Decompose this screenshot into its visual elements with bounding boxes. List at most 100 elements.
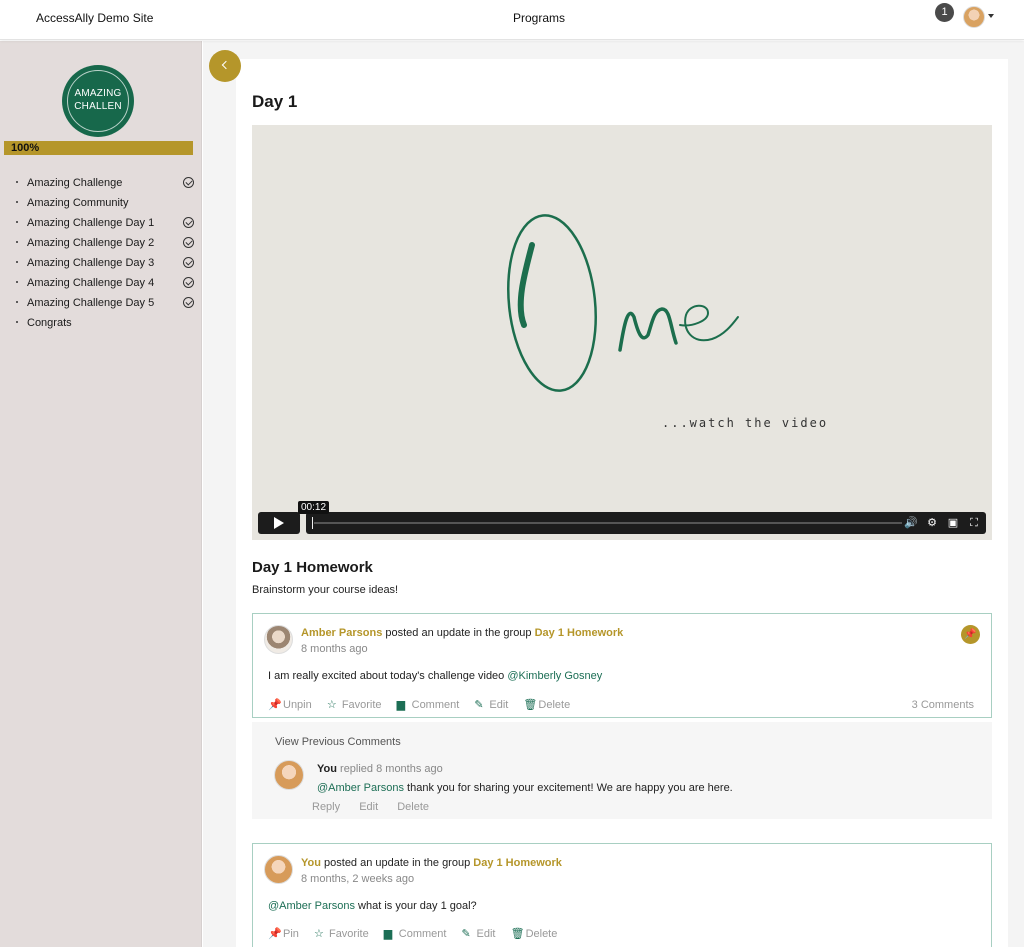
post-actions: 📌 Unpin ☆ Favorite ▆ Comment ✎ Edit 🗑 Delete <box>268 699 582 713</box>
bullet-icon <box>16 201 18 203</box>
check-circle-icon <box>183 277 194 288</box>
sidebar-nav-item[interactable]: Amazing Community <box>0 196 202 216</box>
logo-text-line1: AMAZING <box>74 88 122 99</box>
author-link[interactable]: Amber Parsons <box>301 627 382 639</box>
progress-bar: 100% <box>4 141 193 155</box>
notification-badge[interactable]: 1 <box>935 3 954 22</box>
pin-icon: 📌 <box>268 928 282 940</box>
favorite-label: Favorite <box>341 699 382 711</box>
sidebar-nav-item[interactable]: Amazing Challenge Day 5 <box>0 296 202 316</box>
comment-meta: replied 8 months ago <box>336 763 443 775</box>
comments-count-link[interactable]: 3 Comments <box>912 699 974 711</box>
course-logo: AMAZING CHALLEN <box>62 65 134 137</box>
pinned-icon: 📌 <box>961 625 980 644</box>
fullscreen-icon[interactable]: ⛶ <box>967 516 981 530</box>
collapse-sidebar-button[interactable] <box>209 50 241 82</box>
logo-text: AMAZING CHALLEN <box>62 87 134 113</box>
sidebar-nav-label: Amazing Challenge Day 3 <box>27 257 155 269</box>
comment-button[interactable]: ▆ Comment <box>397 699 460 711</box>
post-header: Amber Parsons posted an update in the gr… <box>301 627 623 639</box>
video-thumbnail-one-lettering <box>507 214 739 392</box>
sidebar-nav-item[interactable]: Amazing Challenge Day 1 <box>0 216 202 236</box>
view-previous-comments-link[interactable]: View Previous Comments <box>275 736 401 748</box>
author-avatar[interactable] <box>264 855 293 884</box>
comment-icon: ▆ <box>383 928 393 940</box>
bullet-icon <box>16 261 18 263</box>
edit-label: Edit <box>476 928 496 940</box>
favorite-button[interactable]: ☆ Favorite <box>327 699 382 711</box>
post-timestamp[interactable]: 8 months, 2 weeks ago <box>301 873 414 885</box>
sidebar-nav-item[interactable]: Congrats <box>0 316 202 336</box>
post-header: You posted an update in the group Day 1 … <box>301 857 562 869</box>
chevron-left-icon <box>221 60 231 70</box>
mention-link[interactable]: @Kimberly Gosney <box>507 670 602 682</box>
check-circle-icon <box>183 217 194 228</box>
caret-down-icon[interactable] <box>988 14 994 18</box>
group-link[interactable]: Day 1 Homework <box>535 627 624 639</box>
check-circle-icon <box>183 177 194 188</box>
reply-button[interactable]: Reply <box>312 801 340 813</box>
video-player[interactable]: ...watch the video 🔊 ⚙ ▣ ⛶ 00:12 <box>252 125 992 540</box>
settings-gear-icon[interactable]: ⚙ <box>925 516 939 530</box>
video-scrubber[interactable] <box>314 522 902 524</box>
comment-avatar[interactable] <box>274 760 304 790</box>
sidebar-nav-label: Amazing Challenge <box>27 177 123 189</box>
post-text: I am really excited about today's challe… <box>268 670 508 682</box>
comments-section: View Previous Comments You replied 8 mon… <box>252 722 992 819</box>
site-name-link[interactable]: AccessAlly Demo Site <box>36 11 153 25</box>
mention-link[interactable]: @Amber Parsons <box>268 900 355 912</box>
comment-button[interactable]: ▆ Comment <box>384 928 447 940</box>
unpin-button[interactable]: 📌 Unpin <box>268 699 312 711</box>
comment-author-link[interactable]: You <box>317 763 337 775</box>
author-avatar[interactable] <box>264 625 293 654</box>
comment-label: Comment <box>411 699 460 711</box>
trash-icon: 🗑 <box>510 928 525 940</box>
bullet-icon <box>16 321 18 323</box>
sidebar-nav-label: Amazing Challenge Day 1 <box>27 217 155 229</box>
post-timestamp[interactable]: 8 months ago <box>301 643 368 655</box>
pin-button[interactable]: 📌 Pin <box>268 928 299 940</box>
pin-icon: 📌 <box>268 699 282 711</box>
delete-button[interactable]: 🗑 Delete <box>523 699 570 711</box>
programs-link[interactable]: Programs <box>513 11 565 25</box>
sidebar-nav-item[interactable]: Amazing Challenge <box>0 176 202 196</box>
volume-icon[interactable]: 🔊 <box>904 516 918 530</box>
comment-actions: Reply Edit Delete <box>312 801 445 813</box>
post-body: @Amber Parsons what is your day 1 goal? <box>268 900 477 912</box>
sidebar-nav-item[interactable]: Amazing Challenge Day 3 <box>0 256 202 276</box>
homework-description: Brainstorm your course ideas! <box>252 584 399 596</box>
comment-mention-link[interactable]: @Amber Parsons <box>317 782 404 794</box>
activity-post: Amber Parsons posted an update in the gr… <box>252 613 992 718</box>
video-control-bar: 🔊 ⚙ ▣ ⛶ <box>306 512 986 534</box>
delete-label: Delete <box>525 928 558 940</box>
check-circle-icon <box>183 257 194 268</box>
sidebar-nav-label: Congrats <box>27 317 72 329</box>
favorite-label: Favorite <box>328 928 369 940</box>
post-action-text: posted an update in the group <box>320 857 474 869</box>
post-text: what is your day 1 goal? <box>354 900 477 912</box>
comment-edit-button[interactable]: Edit <box>359 801 378 813</box>
post-body: I am really excited about today's challe… <box>268 670 602 682</box>
comment-delete-button[interactable]: Delete <box>397 801 429 813</box>
logo-text-line2: CHALLEN <box>74 101 122 112</box>
delete-button[interactable]: 🗑 Delete <box>511 928 558 940</box>
scrubber-handle[interactable] <box>312 517 313 529</box>
favorite-button[interactable]: ☆ Favorite <box>314 928 369 940</box>
sidebar-nav: Amazing Challenge Amazing Community Amazin… <box>0 176 202 336</box>
sidebar-nav-item[interactable]: Amazing Challenge Day 4 <box>0 276 202 296</box>
edit-button[interactable]: ✎ Edit <box>474 699 508 711</box>
edit-button[interactable]: ✎ Edit <box>462 928 496 940</box>
unpin-label: Unpin <box>283 699 312 711</box>
play-button[interactable] <box>258 512 300 534</box>
check-circle-icon <box>183 297 194 308</box>
picture-in-picture-icon[interactable]: ▣ <box>946 516 960 530</box>
comment-text: thank you for sharing your excitement! W… <box>403 782 733 794</box>
comment-icon: ▆ <box>396 699 406 711</box>
pencil-icon: ✎ <box>461 928 471 940</box>
group-link[interactable]: Day 1 Homework <box>473 857 562 869</box>
author-link[interactable]: You <box>301 857 321 869</box>
sidebar-nav-item[interactable]: Amazing Challenge Day 2 <box>0 236 202 256</box>
top-bar: AccessAlly Demo Site Programs 1 <box>0 0 1024 40</box>
bullet-icon <box>16 241 18 243</box>
user-avatar[interactable] <box>963 6 985 28</box>
